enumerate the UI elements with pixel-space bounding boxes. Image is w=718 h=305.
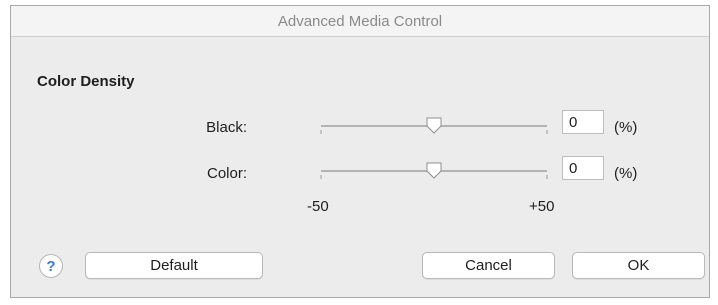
help-icon: ? (46, 257, 56, 275)
color-label: Color: (206, 165, 247, 182)
black-slider-thumb[interactable] (426, 117, 442, 134)
color-value-input[interactable] (562, 156, 604, 180)
cancel-button[interactable]: Cancel (422, 252, 555, 279)
default-button[interactable]: Default (85, 252, 263, 279)
black-unit-label: (%) (614, 119, 638, 136)
color-unit-label: (%) (614, 165, 638, 182)
black-label: Black: (206, 119, 247, 136)
ok-button[interactable]: OK (572, 252, 705, 279)
black-value-input[interactable] (562, 110, 604, 134)
black-slider-track (320, 117, 548, 134)
color-slider-track (320, 162, 548, 179)
slider-min-label: -50 (307, 198, 329, 215)
slider-max-label: +50 (529, 198, 555, 215)
window-title: Advanced Media Control (277, 12, 443, 30)
advanced-media-control-dialog: Advanced Media Control Color Density Bla… (10, 5, 710, 298)
black-slider[interactable] (319, 116, 549, 136)
color-slider-thumb[interactable] (426, 162, 442, 179)
color-slider[interactable] (319, 161, 549, 181)
section-title-color-density: Color Density (37, 73, 135, 90)
help-button[interactable]: ? (39, 254, 63, 278)
title-bar: Advanced Media Control (11, 6, 709, 37)
